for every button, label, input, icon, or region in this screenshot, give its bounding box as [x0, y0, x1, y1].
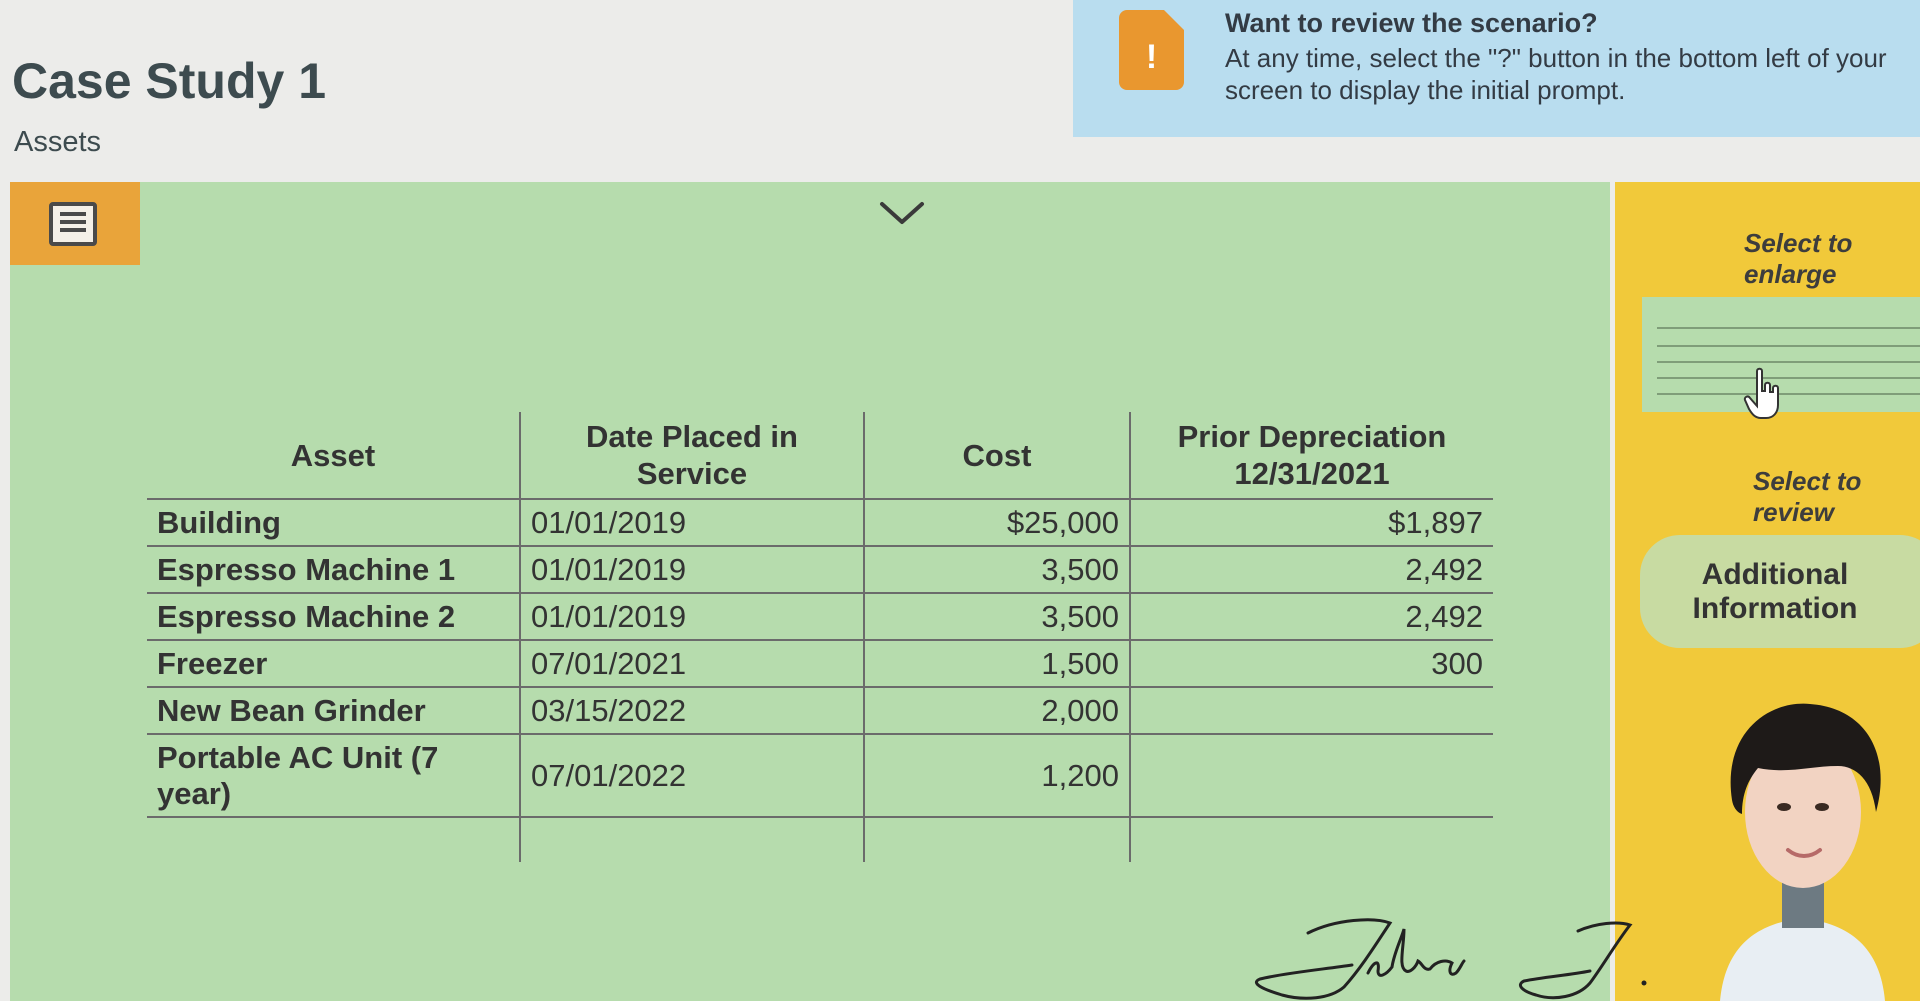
- prior-depreciation-cell: $1,897: [1129, 498, 1493, 547]
- assets-table: Asset Date Placed in Service Cost Prior …: [147, 412, 1493, 862]
- menu-button[interactable]: [10, 182, 140, 265]
- asset-cell: Freezer: [147, 639, 520, 688]
- prior-depreciation-cell: [1129, 686, 1493, 735]
- review-label: Select to review: [1753, 466, 1862, 527]
- page-subtitle: Assets: [14, 126, 102, 158]
- empty-cell: [147, 816, 520, 862]
- prior-depreciation-cell: 2,492: [1129, 545, 1493, 594]
- cost-cell: 2,000: [863, 686, 1130, 735]
- table-row: Building 01/01/2019 $25,000 $1,897: [147, 498, 1493, 547]
- hand-pointer-icon: [1743, 367, 1779, 419]
- date-cell: 01/01/2019: [519, 545, 864, 594]
- additional-information-button[interactable]: Additional Information: [1640, 535, 1920, 648]
- page-title: Case Study 1: [12, 53, 327, 109]
- table-row-empty: [147, 816, 1493, 862]
- table-row: New Bean Grinder 03/15/2022 2,000: [147, 686, 1493, 735]
- empty-cell: [519, 816, 864, 862]
- cost-cell: 1,200: [863, 733, 1130, 818]
- header-prior-depreciation: Prior Depreciation 12/31/2021: [1129, 412, 1493, 500]
- header-cost: Cost: [863, 412, 1130, 500]
- asset-cell: Espresso Machine 1: [147, 545, 520, 594]
- asset-cell: Building: [147, 498, 520, 547]
- asset-cell: Portable AC Unit (7 year): [147, 733, 520, 818]
- asset-cell: Espresso Machine 2: [147, 592, 520, 641]
- prior-depreciation-cell: 300: [1129, 639, 1493, 688]
- date-cell: 01/01/2019: [519, 498, 864, 547]
- enlarge-label: Select to enlarge: [1744, 228, 1853, 289]
- assets-table-wrap: Asset Date Placed in Service Cost Prior …: [147, 412, 1493, 862]
- header-date: Date Placed in Service: [519, 412, 864, 500]
- chevron-down-icon[interactable]: [872, 196, 932, 232]
- empty-cell: [863, 816, 1130, 862]
- table-row: Espresso Machine 2 01/01/2019 3,500 2,49…: [147, 592, 1493, 641]
- cost-cell: 3,500: [863, 592, 1130, 641]
- side-panel: Select to enlarge Select to review Addit…: [1615, 182, 1920, 1001]
- cost-cell: 1,500: [863, 639, 1130, 688]
- prior-depreciation-cell: 2,492: [1129, 592, 1493, 641]
- table-row: Portable AC Unit (7 year) 07/01/2022 1,2…: [147, 733, 1493, 818]
- empty-cell: [1129, 816, 1493, 862]
- date-cell: 01/01/2019: [519, 592, 864, 641]
- person-avatar: [1720, 703, 1885, 1001]
- table-header-row: Asset Date Placed in Service Cost Prior …: [147, 412, 1493, 500]
- cost-cell: $25,000: [863, 498, 1130, 547]
- date-cell: 03/15/2022: [519, 686, 864, 735]
- date-cell: 07/01/2022: [519, 733, 864, 818]
- date-cell: 07/01/2021: [519, 639, 864, 688]
- notice-title: Want to review the scenario?: [1225, 8, 1598, 38]
- table-row: Freezer 07/01/2021 1,500 300: [147, 639, 1493, 688]
- document-menu-icon: [49, 202, 97, 246]
- alert-glyph: !: [1145, 38, 1158, 76]
- notice-text: At any time, select the "?" button in th…: [1225, 43, 1887, 105]
- cost-cell: 3,500: [863, 545, 1130, 594]
- assets-panel: Asset Date Placed in Service Cost Prior …: [10, 182, 1610, 1001]
- scenario-notice: ! Want to review the scenario? At any ti…: [1073, 0, 1920, 137]
- alert-document-icon: !: [1119, 10, 1184, 90]
- header-asset: Asset: [147, 412, 520, 500]
- signature-image: [1254, 918, 1647, 1000]
- prior-depreciation-cell: [1129, 733, 1493, 818]
- asset-cell: New Bean Grinder: [147, 686, 520, 735]
- table-row: Espresso Machine 1 01/01/2019 3,500 2,49…: [147, 545, 1493, 594]
